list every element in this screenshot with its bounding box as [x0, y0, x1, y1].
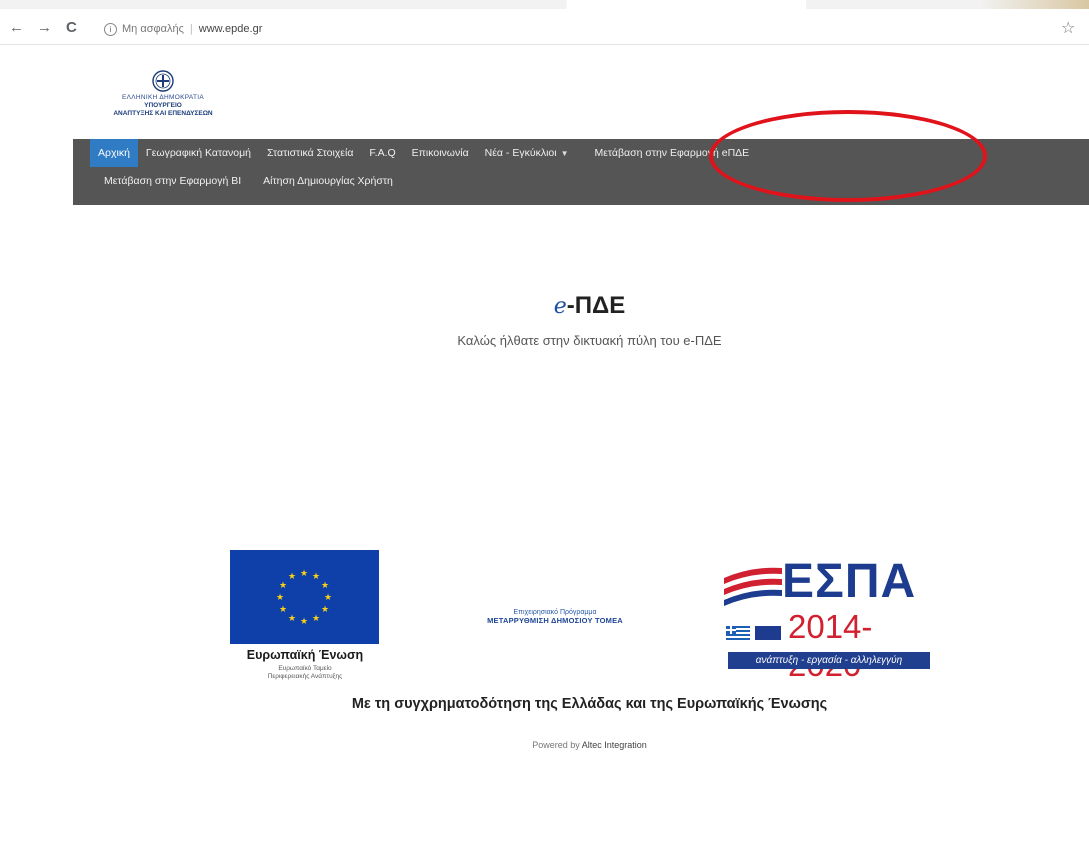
- erdf-line-2: Περιφερειακής Ανάπτυξης: [267, 672, 343, 680]
- programme-line-2: ΜΕΤΑΡΡΥΘΜΙΣΗ ΔΗΜΟΣΙΟΥ ΤΟΜΕΑ: [487, 616, 623, 625]
- bookmark-star-icon[interactable]: ☆: [1061, 18, 1075, 38]
- svg-text:★: ★: [276, 593, 284, 603]
- logo-line-ministry-name: ΑΝΑΠΤΥΞΗΣ ΚΑΙ ΕΠΕΝΔΥΣΕΩΝ: [113, 110, 213, 117]
- espa-logo: ΕΣΠΑ 2014-2020 ανάπτυξη - εργασία - αλλη…: [722, 555, 932, 683]
- svg-text:★: ★: [300, 617, 308, 627]
- erdf-label: Ευρωπαϊκό Ταμείο Περιφερειακής Ανάπτυξης: [216, 665, 394, 680]
- url-text: www.epde.gr: [198, 23, 263, 35]
- eu-flag-logo: ★ ★ ★ ★ ★ ★ ★ ★ ★ ★ ★ ★: [230, 550, 379, 644]
- greek-eu-flags-icon: [726, 626, 781, 640]
- logo-line-republic: ΕΛΛΗΝΙΚΗ ΔΗΜΟΚΡΑΤΙΑ: [121, 94, 205, 101]
- nav-row-secondary: Μετάβαση στην Εφαρμογή BI Αίτηση Δημιουρ…: [96, 167, 401, 195]
- nav-row-primary: Αρχική Γεωγραφική Κατανομή Στατιστικά Στ…: [90, 139, 757, 167]
- title-e-letter: e: [553, 294, 567, 319]
- svg-text:★: ★: [312, 614, 320, 624]
- programme-line-1: Επιχειρησιακό Πρόγραμμα: [513, 609, 597, 616]
- espa-tagline: ανάπτυξη - εργασία - αλληλεγγύη: [728, 652, 930, 669]
- page-title: e-ΠΔΕ: [0, 292, 1089, 320]
- url-separator: |: [189, 23, 193, 35]
- logo-line-ministry: ΥΠΟΥΡΓΕΙΟ: [144, 102, 182, 109]
- nav-item-geographic-distribution[interactable]: Γεωγραφική Κατανομή: [138, 139, 259, 167]
- eu-label: Ευρωπαϊκή Ένωση: [246, 648, 364, 662]
- back-button[interactable]: ←: [9, 20, 24, 36]
- svg-text:★: ★: [288, 572, 296, 582]
- browser-toolbar: ← → C i Μη ασφαλής | www.epde.gr ☆: [0, 0, 1089, 45]
- powered-by-label: Powered by: [532, 740, 580, 750]
- ministry-logo[interactable]: ΕΛΛΗΝΙΚΗ ΔΗΜΟΚΡΑΤΙΑ ΥΠΟΥΡΓΕΙΟ ΑΝΑΠΤΥΞΗΣ …: [78, 70, 248, 136]
- main-navbar: Αρχική Γεωγραφική Κατανομή Στατιστικά Στ…: [73, 139, 1089, 205]
- svg-text:★: ★: [288, 614, 296, 624]
- reload-button[interactable]: C: [66, 20, 77, 36]
- nav-item-go-to-bi-app[interactable]: Μετάβαση στην Εφαρμογή BI: [96, 167, 249, 195]
- forward-button[interactable]: →: [37, 20, 52, 36]
- tab-strip: [0, 0, 1089, 9]
- eu-stars-icon: ★ ★ ★ ★ ★ ★ ★ ★ ★ ★ ★ ★: [276, 569, 332, 627]
- svg-text:★: ★: [321, 581, 329, 591]
- nav-item-contact[interactable]: Επικοινωνία: [404, 139, 477, 167]
- espa-stripes-icon: [724, 567, 782, 606]
- info-icon[interactable]: i: [104, 22, 117, 36]
- cofunding-statement: Με τη συγχρηματοδότηση της Ελλάδας και τ…: [351, 696, 828, 712]
- espa-word: ΕΣΠΑ: [782, 555, 917, 608]
- powered-by-company[interactable]: Altec Integration: [582, 740, 647, 750]
- greek-emblem-icon: [152, 70, 174, 92]
- nav-item-user-creation-request[interactable]: Αίτηση Δημιουργίας Χρήστη: [255, 167, 401, 195]
- nav-item-home[interactable]: Αρχική: [90, 139, 138, 167]
- nav-item-statistics[interactable]: Στατιστικά Στοιχεία: [259, 139, 361, 167]
- svg-text:★: ★: [312, 572, 320, 582]
- svg-text:★: ★: [300, 569, 308, 579]
- espa-years: 2014-2020: [788, 608, 873, 683]
- svg-text:★: ★: [279, 605, 287, 615]
- chevron-down-icon: ▼: [560, 149, 569, 158]
- welcome-subtitle: Καλώς ήλθατε στην δικτυακή πύλη του e-ΠΔ…: [457, 333, 722, 348]
- svg-text:★: ★: [321, 605, 329, 615]
- powered-by: Powered by Altec Integration: [0, 740, 1089, 750]
- erdf-line-1: Ευρωπαϊκό Ταμείο: [278, 665, 332, 672]
- address-bar[interactable]: i Μη ασφαλής | www.epde.gr: [104, 19, 984, 39]
- nav-item-news[interactable]: Νέα - Εγκύκλιοι ▼: [477, 139, 577, 167]
- nav-item-faq[interactable]: F.A.Q: [361, 139, 403, 167]
- nav-item-go-to-epde-app[interactable]: Μετάβαση στην Εφαρμογή eΠΔΕ: [587, 139, 758, 167]
- svg-text:★: ★: [279, 581, 287, 591]
- title-pde: -ΠΔΕ: [566, 292, 626, 319]
- operational-programme-logo: Επιχειρησιακό Πρόγραμμα ΜΕΤΑΡΡΥΘΜΙΣΗ ΔΗΜ…: [420, 609, 690, 625]
- nav-item-news-label: Νέα - Εγκύκλιοι: [484, 147, 557, 159]
- svg-text:★: ★: [324, 593, 332, 603]
- security-status: Μη ασφαλής: [122, 23, 184, 35]
